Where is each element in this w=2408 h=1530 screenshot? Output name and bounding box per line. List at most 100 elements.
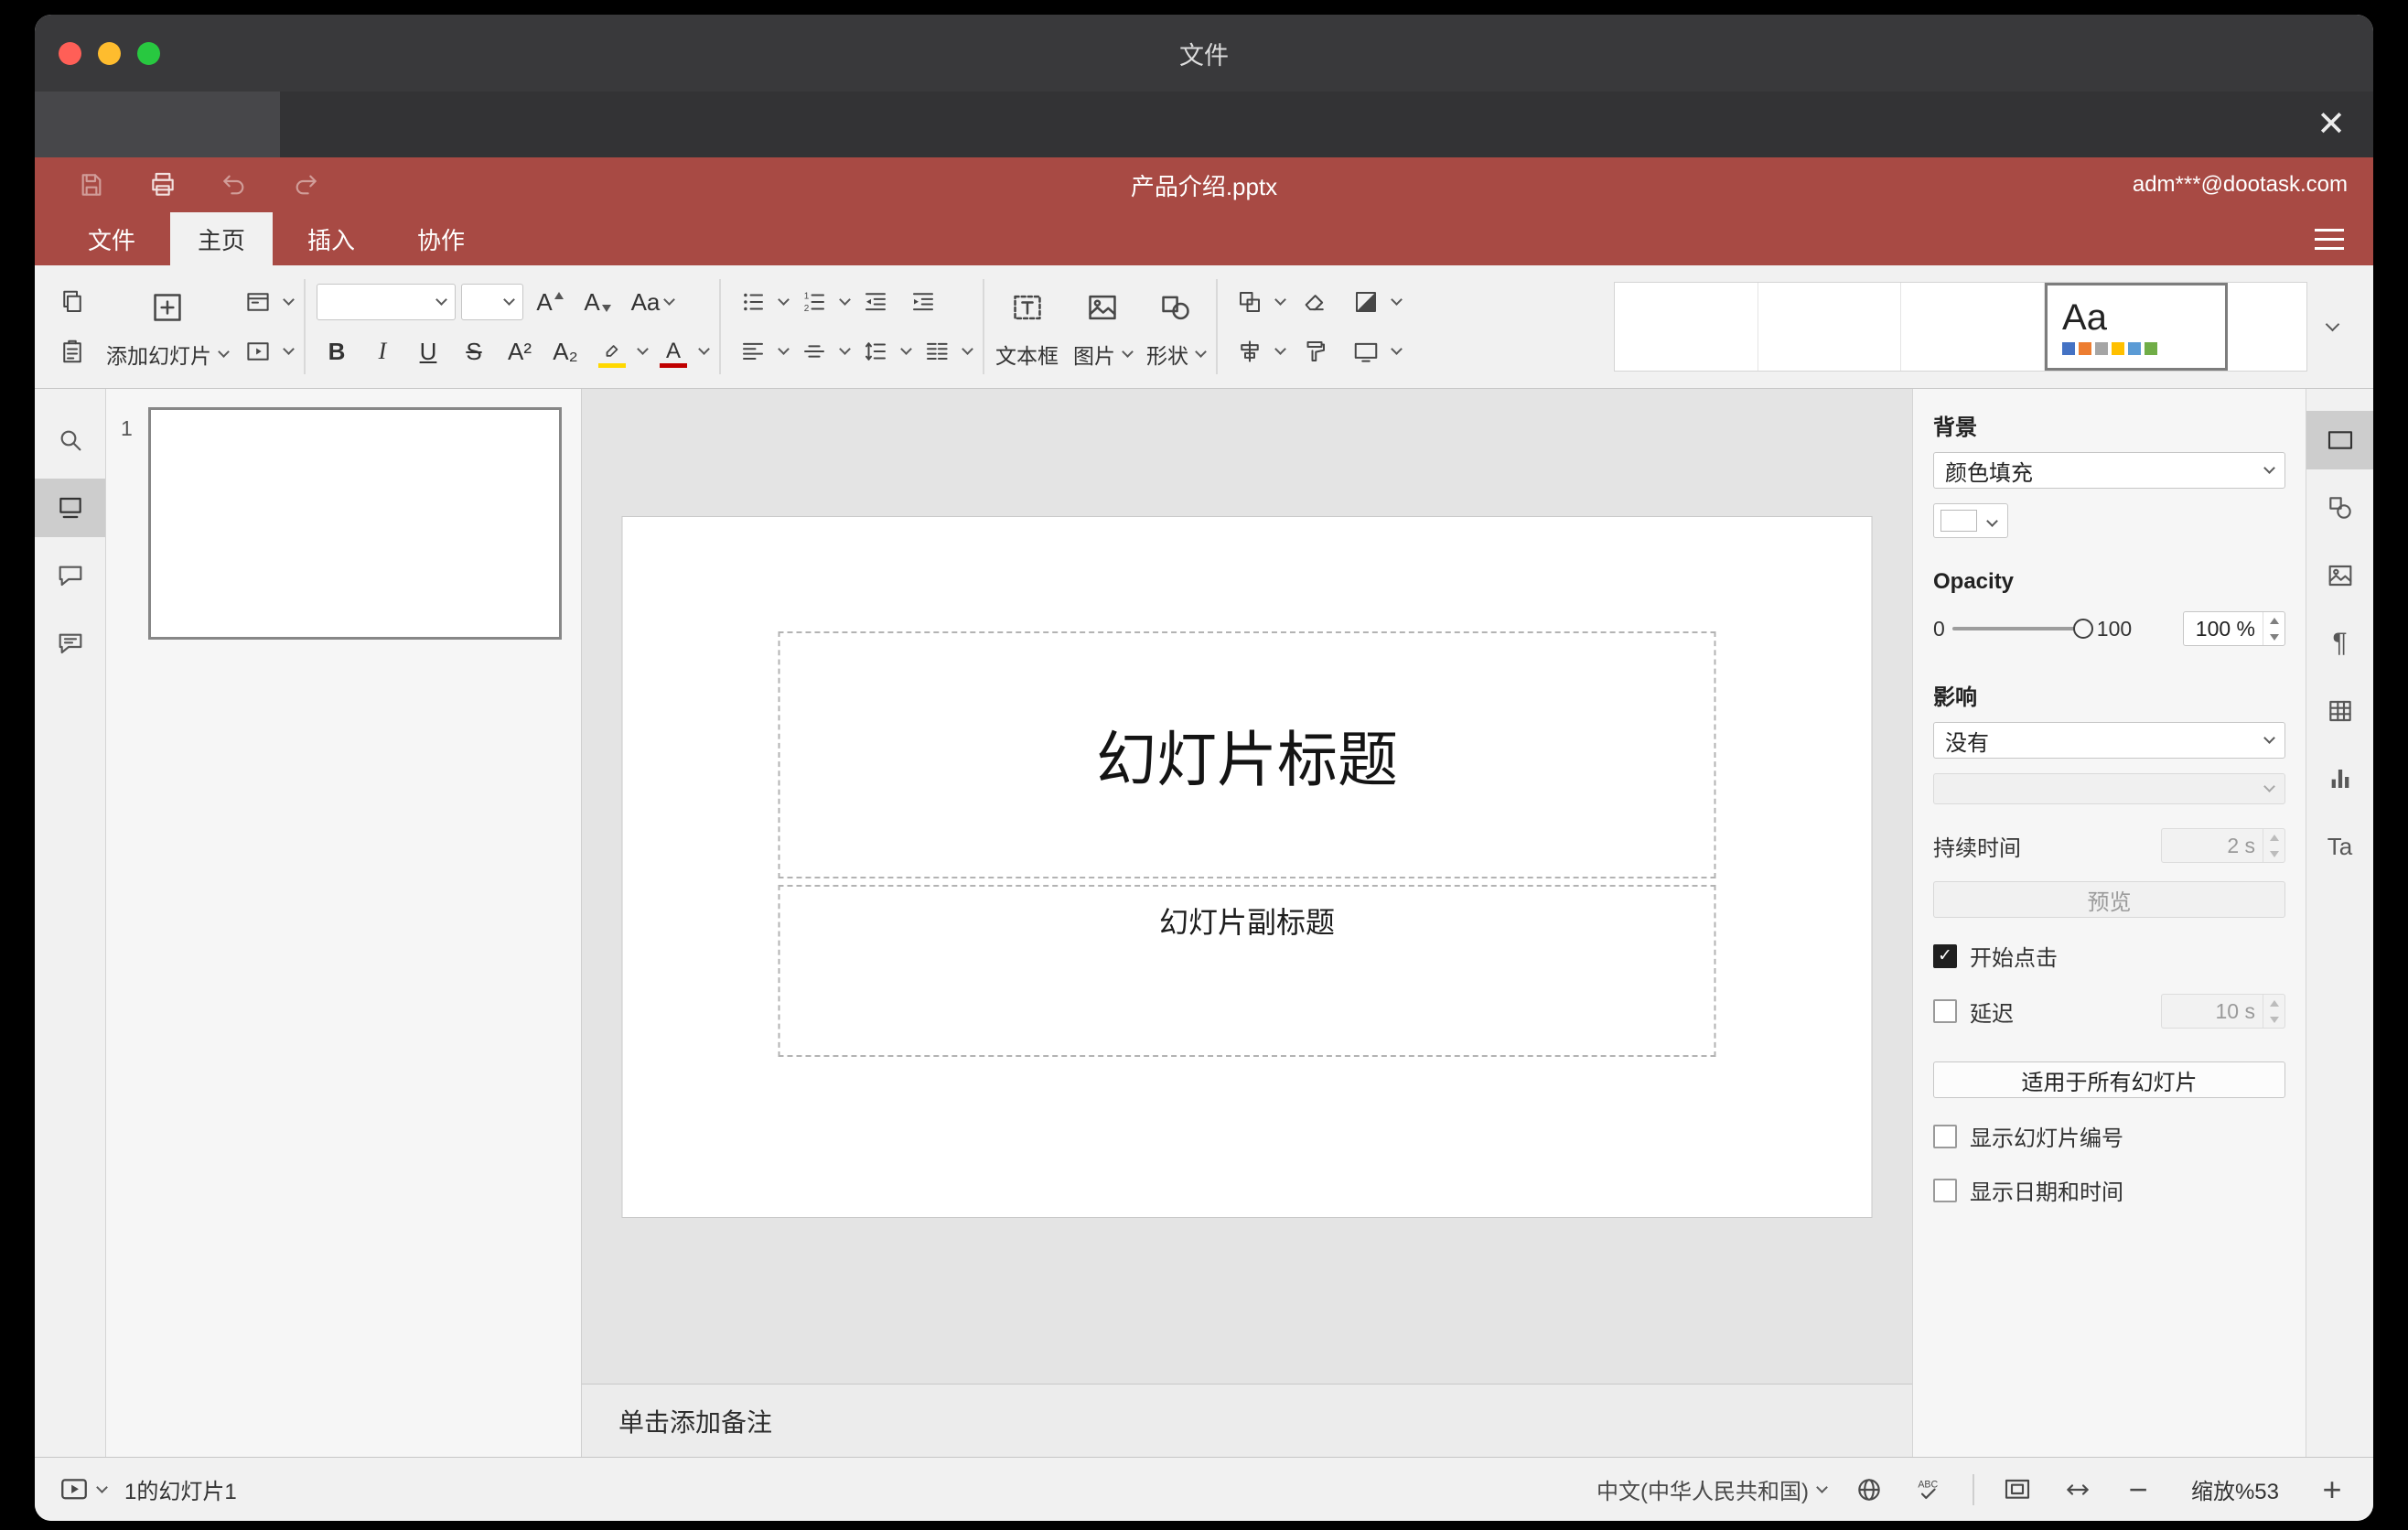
theme-option[interactable] — [2228, 283, 2307, 371]
start-on-click-checkbox[interactable] — [1933, 943, 1957, 968]
opacity-slider[interactable] — [1951, 619, 2093, 639]
paragraph-settings-icon[interactable]: ¶ — [2306, 614, 2373, 673]
subscript-button[interactable]: A₂ — [545, 331, 586, 372]
subtitle-placeholder[interactable]: 幻灯片副标题 — [778, 885, 1716, 1057]
vertical-align-icon[interactable] — [793, 331, 835, 372]
opacity-slider-knob[interactable] — [2072, 619, 2093, 639]
underline-button[interactable]: U — [408, 331, 448, 372]
paste-icon[interactable] — [51, 331, 93, 372]
print-icon[interactable] — [148, 170, 177, 199]
effect-select[interactable]: 没有 — [1933, 722, 2285, 759]
apply-to-all-button[interactable]: 适用于所有幻灯片 — [1933, 1061, 2285, 1098]
zoom-traffic-light-icon[interactable] — [137, 41, 160, 65]
increase-indent-icon[interactable] — [902, 282, 944, 322]
theme-option[interactable] — [1901, 283, 2046, 371]
table-settings-icon[interactable] — [2306, 682, 2373, 740]
chart-settings-icon[interactable] — [2306, 749, 2373, 808]
background-color-swatch[interactable] — [1933, 503, 2008, 538]
start-slideshow-button[interactable] — [59, 1474, 108, 1505]
tab-insert[interactable]: 插入 — [280, 212, 382, 265]
decrease-font-icon[interactable]: A — [576, 282, 618, 322]
clear-style-icon[interactable] — [1294, 282, 1336, 322]
font-color-icon[interactable]: A — [652, 331, 694, 372]
image-settings-icon[interactable] — [2306, 546, 2373, 605]
arrange-shape-icon[interactable] — [1229, 282, 1271, 322]
textart-settings-icon[interactable]: Ta — [2306, 817, 2373, 876]
slides-panel-icon[interactable] — [35, 479, 105, 537]
bold-button[interactable]: B — [317, 331, 357, 372]
background-fill-select[interactable]: 颜色填充 — [1933, 452, 2285, 489]
slide-indicator: 1的幻灯片1 — [124, 1480, 237, 1504]
slide-thumbnail[interactable] — [148, 407, 562, 640]
preview-button[interactable]: 预览 — [1933, 881, 2285, 918]
superscript-button[interactable]: A² — [500, 331, 540, 372]
slide-size-icon[interactable] — [1345, 331, 1387, 372]
fit-width-icon[interactable] — [2060, 1472, 2095, 1507]
textbox-icon[interactable] — [1006, 284, 1048, 331]
shape-button[interactable]: 形状 — [1146, 339, 1207, 370]
add-slide-button[interactable]: 添加幻灯片 — [106, 339, 230, 370]
copy-icon[interactable] — [51, 282, 93, 322]
opacity-spinner[interactable]: 100 % — [2183, 611, 2285, 646]
theme-option[interactable] — [1758, 283, 1902, 371]
show-slide-number-label: 显示幻灯片编号 — [1970, 1126, 2123, 1151]
search-icon[interactable] — [35, 411, 105, 469]
strikethrough-button[interactable]: S — [454, 331, 494, 372]
notes-area[interactable]: 单击添加备注 — [582, 1384, 1912, 1457]
redo-icon[interactable] — [291, 170, 320, 199]
delay-checkbox[interactable] — [1933, 999, 1957, 1023]
spellcheck-icon[interactable]: ABC — [1912, 1472, 1947, 1507]
close-icon[interactable]: ✕ — [2317, 107, 2346, 142]
tab-bar: 文件 主页 插入 协作 — [35, 212, 2373, 265]
close-traffic-light-icon[interactable] — [59, 41, 81, 65]
tab-home[interactable]: 主页 — [170, 212, 274, 265]
increase-font-icon[interactable]: A — [529, 282, 571, 322]
columns-icon[interactable] — [916, 331, 958, 372]
font-size-select[interactable] — [461, 284, 523, 320]
slide-canvas[interactable]: 幻灯片标题 幻灯片副标题 — [622, 517, 1872, 1217]
align-shape-icon[interactable] — [1229, 331, 1271, 372]
change-case-icon[interactable]: Aa — [624, 282, 681, 322]
theme-gallery-expand-icon[interactable] — [2307, 282, 2357, 372]
shape-icon[interactable] — [1155, 284, 1197, 331]
title-placeholder[interactable]: 幻灯片标题 — [778, 631, 1716, 878]
tab-collaboration[interactable]: 协作 — [390, 212, 492, 265]
minimize-traffic-light-icon[interactable] — [98, 41, 121, 65]
zoom-in-icon[interactable]: + — [2315, 1472, 2349, 1507]
add-slide-icon[interactable] — [146, 284, 188, 331]
fit-slide-icon[interactable] — [2000, 1472, 2035, 1507]
horizontal-align-icon[interactable] — [732, 331, 774, 372]
language-selector[interactable]: 中文(中华人民共和国) — [1596, 1473, 1828, 1505]
slide-settings-icon[interactable] — [2306, 411, 2373, 469]
chat-icon[interactable] — [35, 614, 105, 673]
show-slide-number-checkbox[interactable] — [1933, 1124, 1957, 1148]
effect-variant-select[interactable] — [1933, 773, 2285, 804]
save-icon[interactable] — [77, 170, 106, 199]
numbering-icon[interactable]: 12 — [793, 282, 835, 322]
image-button[interactable]: 图片 — [1073, 339, 1134, 370]
delay-spinner[interactable]: 10 s — [2161, 994, 2285, 1029]
duration-spinner[interactable]: 2 s — [2161, 828, 2285, 863]
shape-settings-icon[interactable] — [2306, 479, 2373, 537]
undo-icon[interactable] — [220, 170, 249, 199]
document-language-icon[interactable] — [1852, 1472, 1887, 1507]
theme-option[interactable] — [1615, 283, 1758, 371]
bullets-icon[interactable] — [732, 282, 774, 322]
tab-file[interactable]: 文件 — [60, 212, 163, 265]
font-name-select[interactable] — [317, 284, 456, 320]
decrease-indent-icon[interactable] — [855, 282, 897, 322]
image-icon[interactable] — [1081, 284, 1123, 331]
italic-button[interactable]: I — [362, 331, 403, 372]
theme-option-selected[interactable]: Aa — [2045, 283, 2229, 371]
start-preview-icon[interactable] — [237, 331, 279, 372]
zoom-out-icon[interactable]: − — [2121, 1472, 2155, 1507]
line-spacing-icon[interactable] — [855, 331, 897, 372]
textbox-button[interactable]: 文本框 — [995, 339, 1059, 370]
highlight-color-icon[interactable] — [591, 331, 633, 372]
color-scheme-icon[interactable] — [1345, 282, 1387, 322]
slide-layout-icon[interactable] — [237, 282, 279, 322]
show-date-time-checkbox[interactable] — [1933, 1178, 1957, 1202]
copy-style-icon[interactable] — [1294, 331, 1336, 372]
view-settings-icon[interactable] — [2315, 228, 2344, 250]
comments-icon[interactable] — [35, 546, 105, 605]
